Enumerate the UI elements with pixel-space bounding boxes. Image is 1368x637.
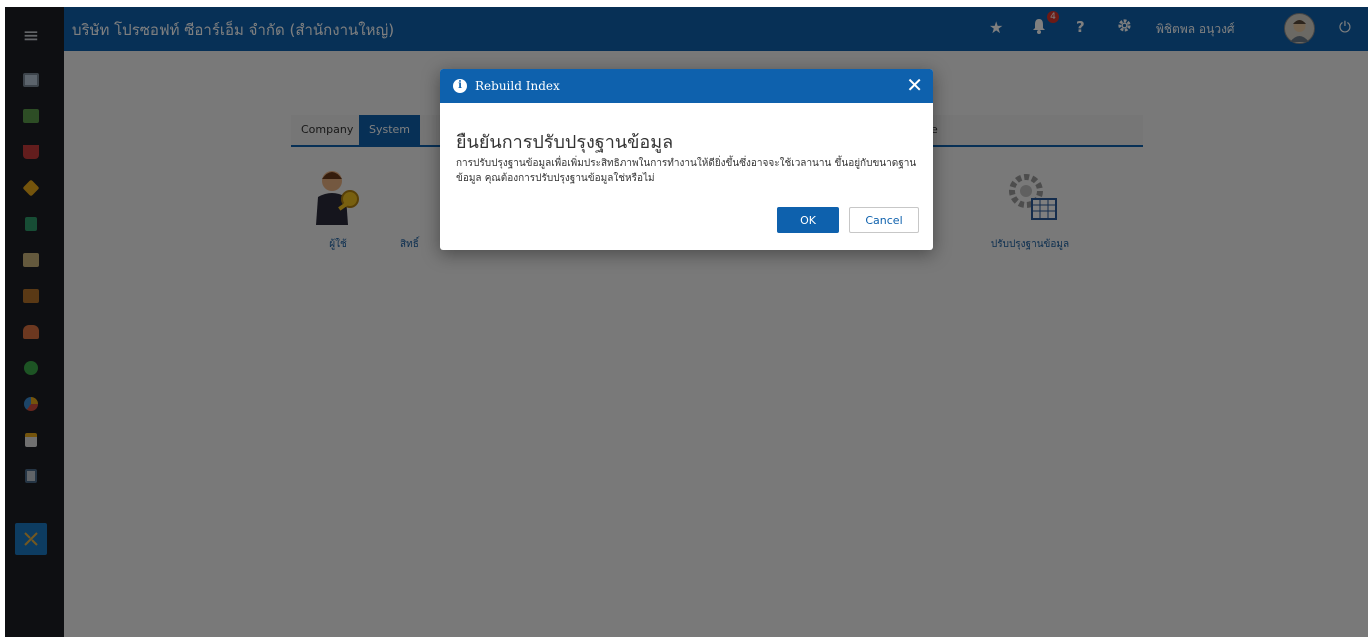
rebuild-index-dialog: i Rebuild Index ✕ ยืนยันการปรับปรุงฐานข้… [440,69,933,250]
dialog-header: i Rebuild Index ✕ [440,69,933,103]
app-window: ≡ บริษัท โปรซอฟท์ ซีอาร์เอ็ม จำกัด (สำนั… [5,7,1368,637]
ok-button[interactable]: OK [777,207,839,233]
close-icon[interactable]: ✕ [906,74,923,96]
dialog-title: Rebuild Index [475,79,560,93]
cancel-button[interactable]: Cancel [849,207,919,233]
info-icon: i [453,79,467,93]
dialog-message: การปรับปรุงฐานข้อมูลเพื่อเพิ่มประสิทธิภา… [456,158,917,184]
dialog-heading: ยืนยันการปรับปรุงฐานข้อมูล [456,132,674,153]
